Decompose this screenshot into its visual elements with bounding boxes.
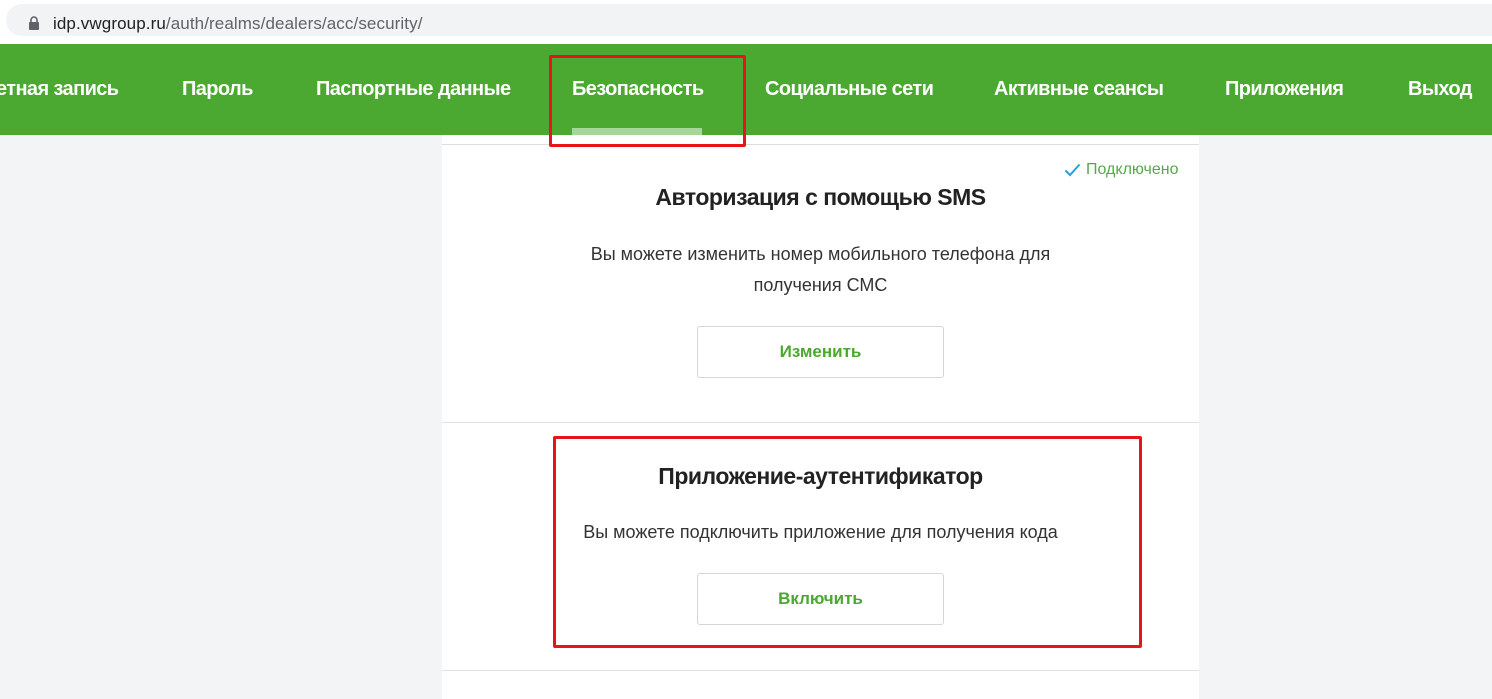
nav-item-active-sessions[interactable]: Активные сеансы <box>994 44 1164 135</box>
change-phone-button[interactable]: Изменить <box>697 326 944 378</box>
account-nav-bar: етная запись Пароль Паспортные данные Бе… <box>0 44 1492 135</box>
url-domain: idp.vwgroup.ru <box>53 14 166 33</box>
sms-card-description-line: Вы можете изменить номер мобильного теле… <box>590 244 1051 264</box>
active-tab-indicator <box>572 128 702 135</box>
nav-item-social-networks[interactable]: Социальные сети <box>765 44 934 135</box>
sms-card-description: Вы можете изменить номер мобильного теле… <box>542 239 1099 301</box>
sms-status-badge: Подключено <box>1064 160 1179 180</box>
nav-item-account[interactable]: етная запись <box>0 44 119 135</box>
lock-icon <box>29 16 39 30</box>
sms-card-title: Авторизация с помощью SMS <box>655 184 986 210</box>
card-divider <box>442 422 1199 423</box>
card-divider <box>442 670 1199 671</box>
nav-item-logout[interactable]: Выход <box>1408 44 1472 135</box>
panel-top-border <box>442 144 1199 145</box>
nav-item-passport-data[interactable]: Паспортные данные <box>316 44 511 135</box>
checkmark-icon <box>1064 163 1081 177</box>
auth-app-card-title: Приложение-аутентификатор <box>658 463 983 489</box>
sms-card-description-line: получения СМС <box>753 275 888 295</box>
nav-item-password[interactable]: Пароль <box>182 44 253 135</box>
url-field[interactable]: idp.vwgroup.ru/auth/realms/dealers/acc/s… <box>6 4 1492 36</box>
sms-status-text: Подключено <box>1086 161 1179 178</box>
enable-auth-app-button[interactable]: Включить <box>697 573 944 625</box>
url-path: /auth/realms/dealers/acc/security/ <box>165 14 423 33</box>
browser-address-bar: idp.vwgroup.ru/auth/realms/dealers/acc/s… <box>0 0 1492 44</box>
nav-item-security[interactable]: Безопасность <box>572 44 704 135</box>
auth-app-card-description: Вы можете подключить приложение для полу… <box>583 522 1058 542</box>
nav-item-applications[interactable]: Приложения <box>1225 44 1344 135</box>
url-text: idp.vwgroup.ru/auth/realms/dealers/acc/s… <box>53 14 423 34</box>
